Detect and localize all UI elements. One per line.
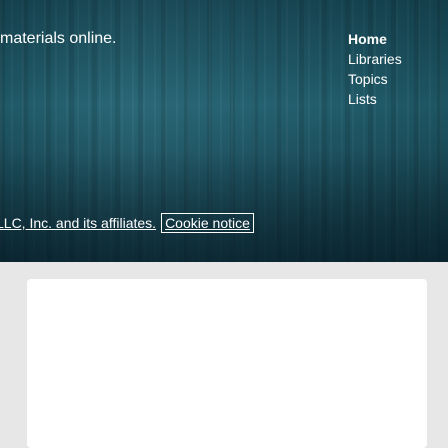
footer-nav-topics[interactable]: Topics	[348, 69, 402, 89]
page: materials online. Home Libraries Topics …	[0, 0, 448, 448]
footer-background-image	[0, 150, 448, 262]
copyright-link[interactable]: LLC, Inc. and its affiliates.	[0, 215, 156, 231]
footer-nav-libraries[interactable]: Libraries	[348, 49, 402, 69]
footer-legal-row: LLC, Inc. and its affiliates. Cookie not…	[0, 213, 254, 233]
footer-nav: Home Libraries Topics Lists	[348, 29, 402, 109]
content-card	[27, 279, 427, 448]
site-footer: materials online. Home Libraries Topics …	[0, 0, 448, 262]
footer-nav-home[interactable]: Home	[348, 29, 402, 49]
footer-tagline: materials online.	[0, 30, 117, 47]
footer-nav-lists[interactable]: Lists	[348, 89, 402, 109]
cookie-notice-link[interactable]: Cookie notice	[161, 213, 254, 233]
